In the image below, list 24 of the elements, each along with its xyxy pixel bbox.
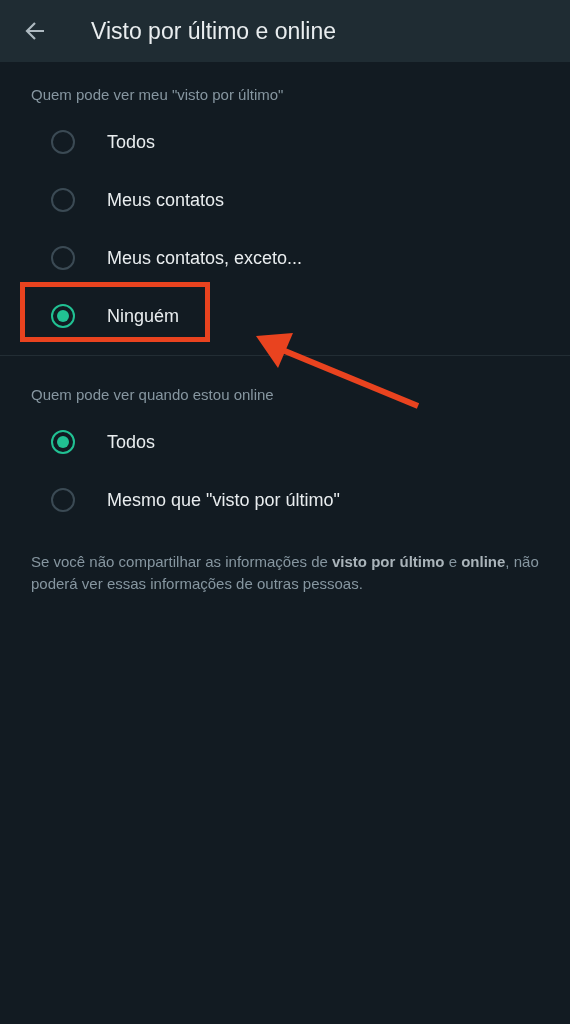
section-title: Quem pode ver quando estou online (30, 386, 275, 403)
option-label: Ninguém (107, 305, 180, 327)
radio-option[interactable]: Todos (0, 413, 570, 471)
radio-button[interactable] (51, 488, 75, 512)
radio-option[interactable]: Mesmo que "visto por último" (0, 471, 570, 529)
radio-button[interactable] (51, 246, 75, 270)
radio-option[interactable]: Meus contatos, exceto... (0, 229, 570, 287)
radio-button[interactable] (51, 304, 75, 328)
back-button[interactable] (24, 20, 46, 42)
option-label: Todos (107, 131, 156, 153)
section-title: Quem pode ver meu "visto por último" (30, 86, 285, 103)
radio-option[interactable]: Ninguém (0, 287, 570, 345)
info-note: Se você não compartilhar as informações de visto por último e online, não poderá ver essas informações de outras pessoas. (30, 552, 540, 594)
radio-button[interactable] (51, 430, 75, 454)
back-arrow-icon (24, 20, 46, 42)
radio-option[interactable]: Todos (0, 113, 570, 171)
option-label: Todos (107, 431, 156, 453)
radio-button[interactable] (51, 130, 75, 154)
option-label: Meus contatos (107, 189, 225, 211)
radio-button[interactable] (51, 188, 75, 212)
radio-option[interactable]: Meus contatos (0, 171, 570, 229)
option-label: Mesmo que "visto por último" (107, 489, 340, 511)
option-label: Meus contatos, exceto... (107, 247, 303, 269)
screen-title: Visto por último e online (91, 17, 337, 45)
